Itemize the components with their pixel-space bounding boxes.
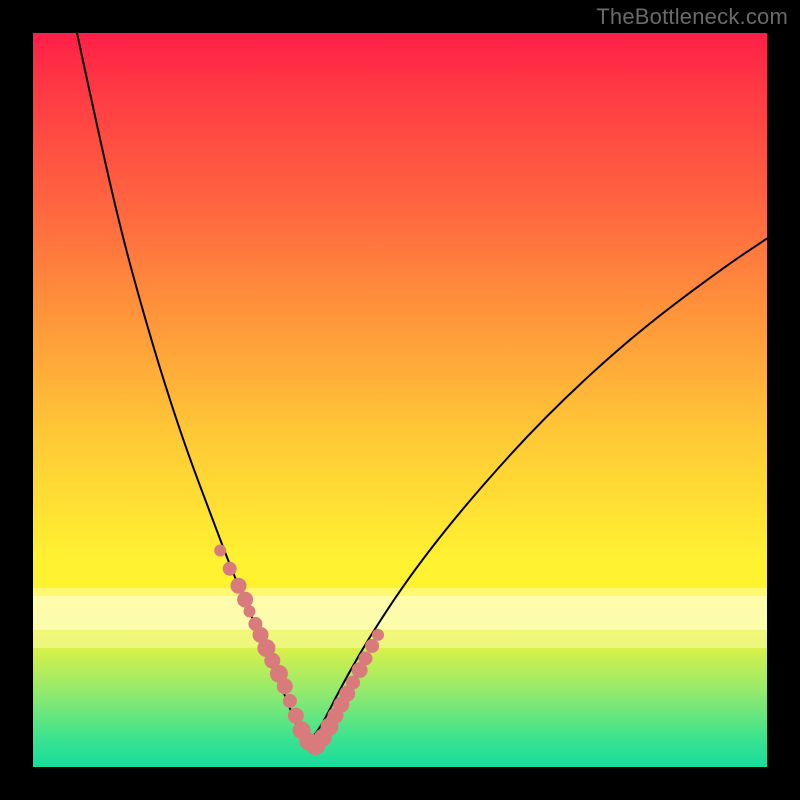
- highlight-dot: [277, 678, 293, 694]
- highlight-dot: [244, 605, 256, 617]
- highlight-dot: [359, 651, 373, 665]
- watermark-text: TheBottleneck.com: [596, 4, 788, 30]
- highlight-dots-group: [214, 545, 384, 756]
- highlight-dot: [288, 708, 304, 724]
- chart-frame: TheBottleneck.com: [0, 0, 800, 800]
- highlight-dot: [231, 578, 247, 594]
- highlight-dot: [365, 639, 379, 653]
- highlight-dot: [237, 592, 253, 608]
- plot-svg: [33, 33, 767, 767]
- highlight-dot: [214, 545, 226, 557]
- highlight-dot: [223, 562, 237, 576]
- highlight-dot: [372, 629, 384, 641]
- highlight-dot: [283, 694, 297, 708]
- plot-area: [33, 33, 767, 767]
